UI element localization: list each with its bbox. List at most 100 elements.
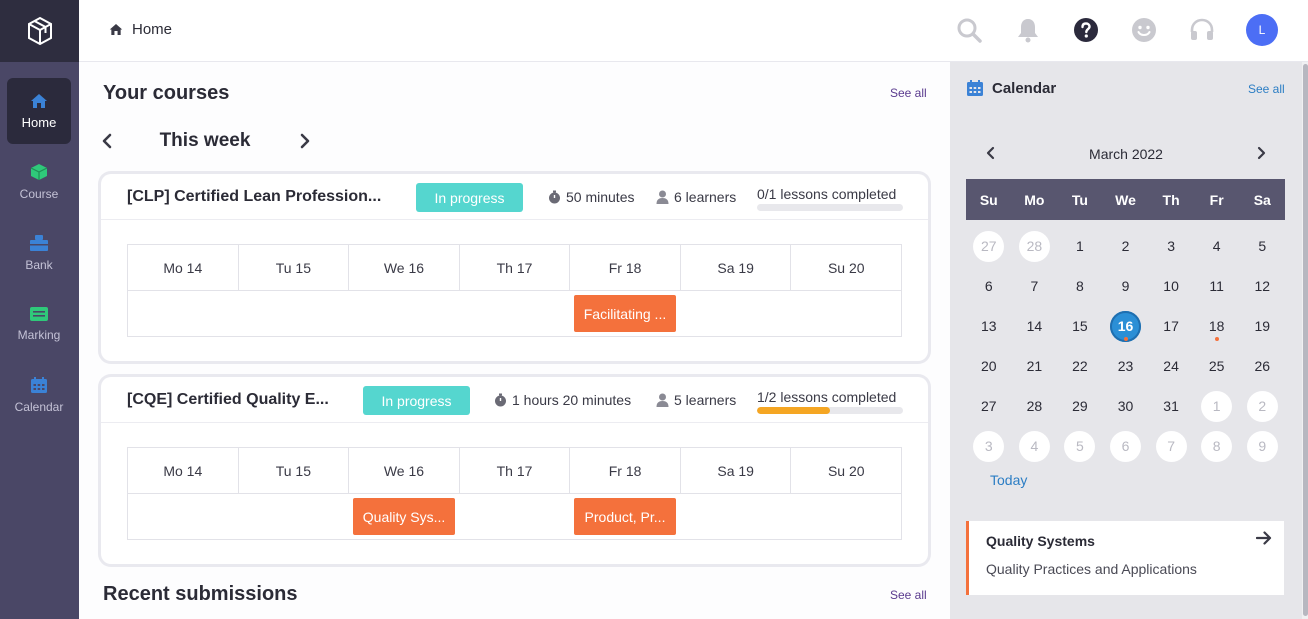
help-button[interactable] <box>1072 16 1100 44</box>
calendar-day[interactable]: 9 <box>1103 266 1149 306</box>
calendar-day-number: 2 <box>1246 390 1278 422</box>
submissions-see-all-link[interactable]: See all <box>890 588 927 602</box>
calendar-panel: Calendar See all March 2022 Su Mo Tu We … <box>950 62 1302 619</box>
calendar-day[interactable]: 1 <box>1194 386 1240 426</box>
sidebar-item-home[interactable]: Home <box>7 78 71 144</box>
calendar-day[interactable]: 26 <box>1239 346 1285 386</box>
calendar-day[interactable]: 24 <box>1148 346 1194 386</box>
calendar-day[interactable]: 5 <box>1239 226 1285 266</box>
calendar-day[interactable]: 13 <box>966 306 1012 346</box>
weekday-label: We <box>1115 191 1136 208</box>
calendar-day[interactable]: 1 <box>1057 226 1103 266</box>
calendar-day[interactable]: 18 <box>1194 306 1240 346</box>
calendar-day[interactable]: 21 <box>1012 346 1058 386</box>
sidebar-item-course[interactable]: Course <box>7 149 71 215</box>
calendar-day-number: 26 <box>1254 358 1271 374</box>
calendar-day[interactable]: 6 <box>1103 426 1149 466</box>
calendar-day[interactable]: 28 <box>1012 226 1058 266</box>
week-days-header: Mo 14 Tu 15 We 16 Th 17 Fr 18 Sa 19 Su 2… <box>128 448 901 494</box>
chevron-right-icon[interactable] <box>1256 146 1266 160</box>
calendar-day[interactable]: 7 <box>1148 426 1194 466</box>
calendar-day-number: 4 <box>1018 430 1050 462</box>
calendar-day[interactable]: 23 <box>1103 346 1149 386</box>
sidebar: Home Course Bank Marking Calendar <box>0 0 79 619</box>
calendar-day[interactable]: 25 <box>1194 346 1240 386</box>
feedback-button[interactable] <box>1130 16 1158 44</box>
calendar-day-number: 12 <box>1254 278 1271 294</box>
calendar-day-number: 7 <box>1155 430 1187 462</box>
calendar-day[interactable]: 2 <box>1239 386 1285 426</box>
calendar-day-number: 2 <box>1121 238 1130 254</box>
calendar-day[interactable]: 28 <box>1012 386 1058 426</box>
sidebar-item-label: Calendar <box>14 400 64 414</box>
calendar-day[interactable]: 9 <box>1239 426 1285 466</box>
calendar-day[interactable]: 14 <box>1012 306 1058 346</box>
event-subtitle: Quality Practices and Applications <box>986 561 1197 577</box>
course-card[interactable]: [CLP] Certified Lean Profession... In pr… <box>101 174 928 361</box>
course-title[interactable]: [CLP] Certified Lean Profession... <box>127 188 389 206</box>
calendar-day[interactable]: 30 <box>1103 386 1149 426</box>
search-button[interactable] <box>955 16 983 44</box>
scrollbar-thumb[interactable] <box>1303 64 1308 616</box>
calendar-day[interactable]: 10 <box>1148 266 1194 306</box>
today-button[interactable]: Today <box>990 472 1027 488</box>
day-column-header: Sa 19 <box>681 245 792 290</box>
calendar-day[interactable]: 17 <box>1148 306 1194 346</box>
day-column-header: Th 17 <box>460 245 571 290</box>
lesson-event[interactable]: Product, Pr... <box>574 498 676 535</box>
calendar-day[interactable]: 16 <box>1103 306 1149 346</box>
calendar-day[interactable]: 27 <box>966 226 1012 266</box>
user-avatar[interactable]: L <box>1246 14 1278 46</box>
sidebar-item-marking[interactable]: Marking <box>7 291 71 357</box>
arrow-right-icon[interactable] <box>1256 531 1272 545</box>
calendar-day[interactable]: 11 <box>1194 266 1240 306</box>
calendar-day[interactable]: 19 <box>1239 306 1285 346</box>
smiley-icon <box>1132 18 1156 42</box>
course-card[interactable]: [CQE] Certified Quality E... In progress… <box>101 377 928 564</box>
sidebar-item-bank[interactable]: Bank <box>7 220 71 286</box>
cube-icon <box>30 164 48 180</box>
calendar-day[interactable]: 12 <box>1239 266 1285 306</box>
calendar-day-number: 1 <box>1076 238 1084 254</box>
app-logo[interactable] <box>0 0 79 62</box>
calendar-day[interactable]: 4 <box>1012 426 1058 466</box>
notifications-button[interactable] <box>1014 16 1042 44</box>
course-duration: 1 hours 20 minutes <box>494 392 631 408</box>
home-icon <box>109 24 123 35</box>
calendar-day-number: 3 <box>1167 238 1175 254</box>
calendar-day[interactable]: 29 <box>1057 386 1103 426</box>
calendar-week-row: 6 7 8 9 10 11 12 <box>966 266 1285 306</box>
calendar-day[interactable]: 8 <box>1194 426 1240 466</box>
calendar-day[interactable]: 3 <box>1148 226 1194 266</box>
calendar-day[interactable]: 5 <box>1057 426 1103 466</box>
calendar-day[interactable]: 8 <box>1057 266 1103 306</box>
day-column-header: Su 20 <box>827 462 865 479</box>
calendar-day[interactable]: 3 <box>966 426 1012 466</box>
calendar-day-number: 5 <box>1064 430 1096 462</box>
course-title[interactable]: [CQE] Certified Quality E... <box>127 391 337 409</box>
calendar-day[interactable]: 7 <box>1012 266 1058 306</box>
lesson-event[interactable]: Quality Sys... <box>353 498 455 535</box>
chevron-left-icon[interactable] <box>986 146 996 160</box>
calendar-see-all-link[interactable]: See all <box>1248 82 1285 96</box>
chevron-left-icon[interactable] <box>101 133 113 149</box>
calendar-day[interactable]: 2 <box>1103 226 1149 266</box>
calendar-day[interactable]: 31 <box>1148 386 1194 426</box>
courses-see-all-link[interactable]: See all <box>890 86 927 100</box>
calendar-day[interactable]: 27 <box>966 386 1012 426</box>
breadcrumb[interactable]: Home <box>109 21 172 38</box>
calendar-day[interactable]: 22 <box>1057 346 1103 386</box>
calendar-day[interactable]: 15 <box>1057 306 1103 346</box>
support-button[interactable] <box>1188 16 1216 44</box>
chevron-right-icon[interactable] <box>299 133 311 149</box>
day-column-header: Fr 18 <box>570 448 681 493</box>
calendar-day[interactable]: 6 <box>966 266 1012 306</box>
sidebar-item-calendar[interactable]: Calendar <box>7 362 71 428</box>
calendar-day[interactable]: 4 <box>1194 226 1240 266</box>
day-column-header: We 16 <box>349 448 460 493</box>
calendar-day[interactable]: 20 <box>966 346 1012 386</box>
upcoming-event-card[interactable]: Quality Systems Quality Practices and Ap… <box>966 521 1284 595</box>
stopwatch-icon <box>549 190 560 204</box>
calendar-icon <box>967 80 983 96</box>
lesson-event[interactable]: Facilitating ... <box>574 295 676 332</box>
